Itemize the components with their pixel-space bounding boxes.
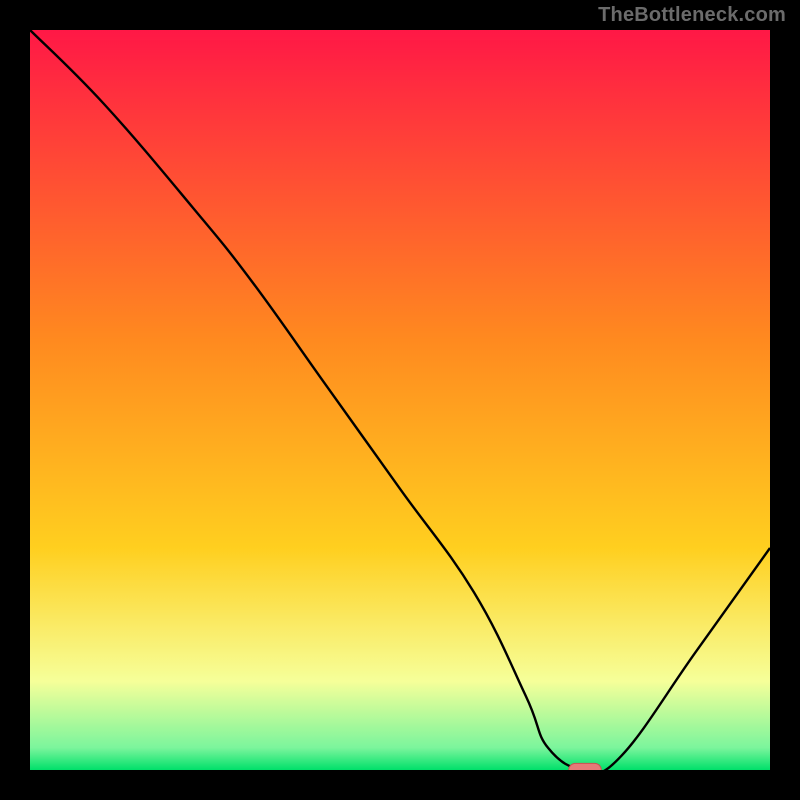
bottleneck-chart (0, 0, 800, 800)
plot-background (30, 30, 770, 770)
plot-frame (0, 30, 30, 770)
watermark-text: TheBottleneck.com (598, 4, 786, 27)
plot-frame (0, 770, 800, 800)
chart-root: TheBottleneck.com (0, 0, 800, 800)
plot-frame (770, 30, 800, 770)
